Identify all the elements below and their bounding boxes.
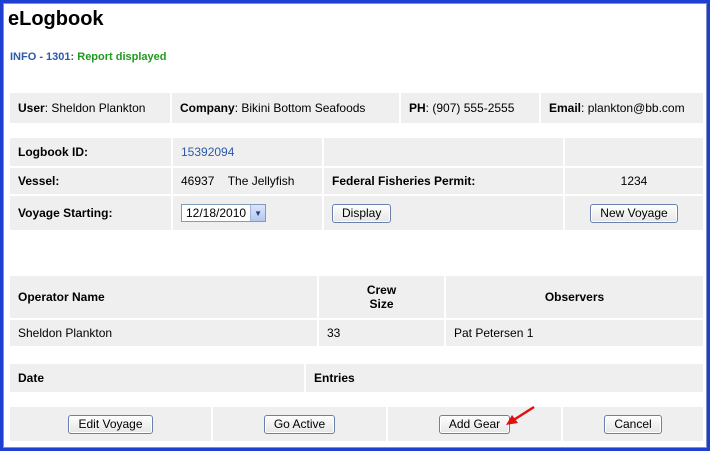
vessel-label: Vessel: [10, 168, 173, 196]
annotation-arrow-icon [506, 405, 535, 425]
arrow-head [506, 415, 518, 425]
display-cell: Display [324, 196, 565, 232]
new-voyage-button[interactable]: New Voyage [590, 203, 678, 223]
display-button[interactable]: Display [332, 203, 392, 223]
header-crew-size: Crew Size [319, 276, 446, 320]
chevron-down-icon[interactable]: ▼ [250, 205, 266, 221]
permit-value: 1234 [565, 168, 703, 196]
header-entries: Entries [306, 364, 703, 394]
user-bar: User: Sheldon Plankton Company: Bikini B… [10, 93, 703, 125]
header-crew-line1: Crew [366, 283, 397, 297]
entries-table: Date Entries [10, 364, 703, 394]
edit-voyage-cell: Edit Voyage [10, 407, 213, 443]
logbook-empty-cell [565, 138, 703, 168]
header-date: Date [10, 364, 306, 394]
logbook-id-cell: 15392094 [173, 138, 324, 168]
info-message: INFO - 1301: Report displayed [10, 51, 167, 63]
company-label: Company [180, 101, 235, 115]
observers-value: Pat Petersen 1 [446, 320, 703, 348]
header-operator: Operator Name [10, 276, 319, 320]
new-voyage-cell: New Voyage [565, 196, 703, 232]
logbook-empty-cell [324, 138, 565, 168]
header-crew-line2: Size [369, 297, 394, 311]
vessel-name: The Jellyfish [227, 174, 295, 188]
permit-label: Federal Fisheries Permit: [324, 168, 565, 196]
go-active-button[interactable]: Go Active [263, 414, 336, 434]
vessel-cell: 46937 The Jellyfish [173, 168, 324, 196]
go-active-cell: Go Active [213, 407, 388, 443]
cancel-cell: Cancel [563, 407, 703, 443]
phone-cell: PH: (907) 555-2555 [401, 93, 541, 125]
logbook-id-label: Logbook ID: [10, 138, 173, 168]
logbook-panel: Logbook ID: 15392094 Vessel: 46937 The J… [10, 138, 703, 232]
edit-voyage-button[interactable]: Edit Voyage [68, 414, 153, 434]
voyage-date-select[interactable]: 12/18/2010 ▼ [181, 204, 267, 222]
phone-label: PH [409, 101, 426, 115]
table-row: Sheldon Plankton 33 Pat Petersen 1 [10, 320, 703, 348]
email-label: Email [549, 101, 582, 115]
crew-size-value: 33 [319, 320, 446, 348]
action-bar: Edit Voyage Go Active Add Gear Cancel [10, 407, 703, 443]
operator-value: Sheldon Plankton [10, 320, 319, 348]
voyage-label: Voyage Starting: [10, 196, 173, 232]
user-cell: User: Sheldon Plankton [10, 93, 172, 125]
info-code: INFO - 1301: [10, 51, 75, 63]
arrow-shaft [511, 405, 535, 423]
voyage-select-cell: 12/18/2010 ▼ [173, 196, 324, 232]
page-title: eLogbook [8, 8, 104, 30]
user-label: User [18, 101, 45, 115]
email-value: plankton@bb.com [587, 101, 685, 115]
company-value: Bikini Bottom Seafoods [241, 101, 366, 115]
company-cell: Company: Bikini Bottom Seafoods [172, 93, 401, 125]
logbook-id-link[interactable]: 15392094 [181, 145, 234, 159]
vessel-number: 46937 [181, 174, 215, 188]
phone-value: (907) 555-2555 [432, 101, 515, 115]
voyage-date-value: 12/18/2010 [186, 206, 247, 220]
crew-table: Operator Name Crew Size Observers Sheldo… [10, 276, 703, 348]
header-observers: Observers [446, 276, 703, 320]
email-cell: Email: plankton@bb.com [541, 93, 703, 125]
app-container: eLogbook INFO - 1301: Report displayed U… [3, 3, 707, 448]
user-value: Sheldon Plankton [51, 101, 146, 115]
add-gear-button[interactable]: Add Gear [438, 414, 511, 434]
cancel-button[interactable]: Cancel [604, 414, 662, 434]
info-text: Report displayed [77, 51, 167, 63]
